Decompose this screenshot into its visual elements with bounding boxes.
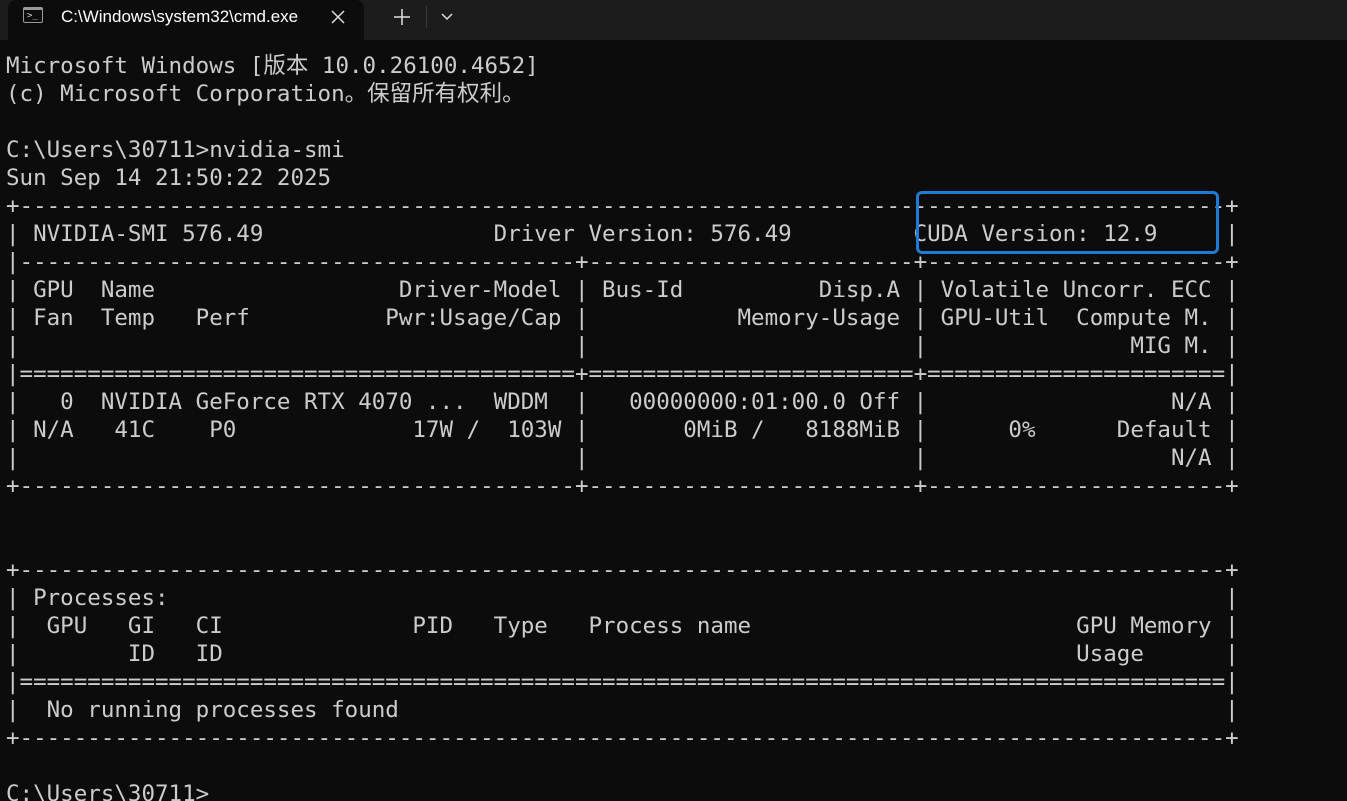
console-line: | | | N/A | (6, 445, 1239, 471)
tab-title: C:\Windows\system32\cmd.exe (61, 7, 299, 26)
console-line: | No running processes found | (6, 697, 1239, 723)
console-line: | 0 NVIDIA GeForce RTX 4070 ... WDDM | 0… (6, 389, 1239, 415)
console-line: +---------------------------------------… (6, 193, 1239, 219)
console-line: Microsoft Windows [版本 10.0.26100.4652] (6, 53, 539, 79)
tab-bar: >_ C:\Windows\system32\cmd.exe (0, 0, 1347, 40)
console-line: | Fan Temp Perf Pwr:Usage/Cap | Memory-U… (6, 305, 1239, 331)
plus-icon (394, 9, 410, 25)
console-line: | | | MIG M. | (6, 333, 1239, 359)
console-output[interactable]: Microsoft Windows [版本 10.0.26100.4652] (c… (6, 52, 1239, 801)
console-line: |=======================================… (6, 361, 1239, 387)
console-line: C:\Users\30711>nvidia-smi (6, 137, 345, 163)
console-line: | GPU GI CI PID Type Process name GPU Me… (6, 613, 1239, 639)
console-line: | N/A 41C P0 17W / 103W | 0MiB / 8188MiB… (6, 417, 1239, 443)
console-line: |=======================================… (6, 669, 1239, 695)
console-line: (c) Microsoft Corporation。保留所有权利。 (6, 81, 525, 107)
console-line: | ID ID Usage | (6, 641, 1239, 667)
console-line: | GPU Name Driver-Model | Bus-Id Disp.A … (6, 277, 1239, 303)
console-line: |---------------------------------------… (6, 249, 1239, 275)
command-prompt[interactable]: C:\Users\30711> (6, 780, 1239, 801)
tab-divider (426, 6, 427, 28)
console-line: +---------------------------------------… (6, 557, 1239, 583)
console-line: | Processes: | (6, 585, 1239, 611)
tab-dropdown-button[interactable] (434, 5, 460, 29)
console-line: | NVIDIA-SMI 576.49 Driver Version: 576.… (6, 221, 1239, 247)
terminal-window: >_ C:\Windows\system32\cmd.exe Microsoft… (0, 0, 1347, 801)
console-line: Sun Sep 14 21:50:22 2025 (6, 165, 332, 191)
chevron-down-icon (441, 13, 453, 21)
tab-cmd[interactable]: >_ C:\Windows\system32\cmd.exe (8, 0, 364, 40)
close-icon[interactable] (326, 5, 350, 29)
console-icon: >_ (23, 7, 43, 23)
new-tab-button[interactable] (389, 5, 415, 29)
console-line: +---------------------------------------… (6, 725, 1239, 751)
console-line: +---------------------------------------… (6, 473, 1239, 499)
